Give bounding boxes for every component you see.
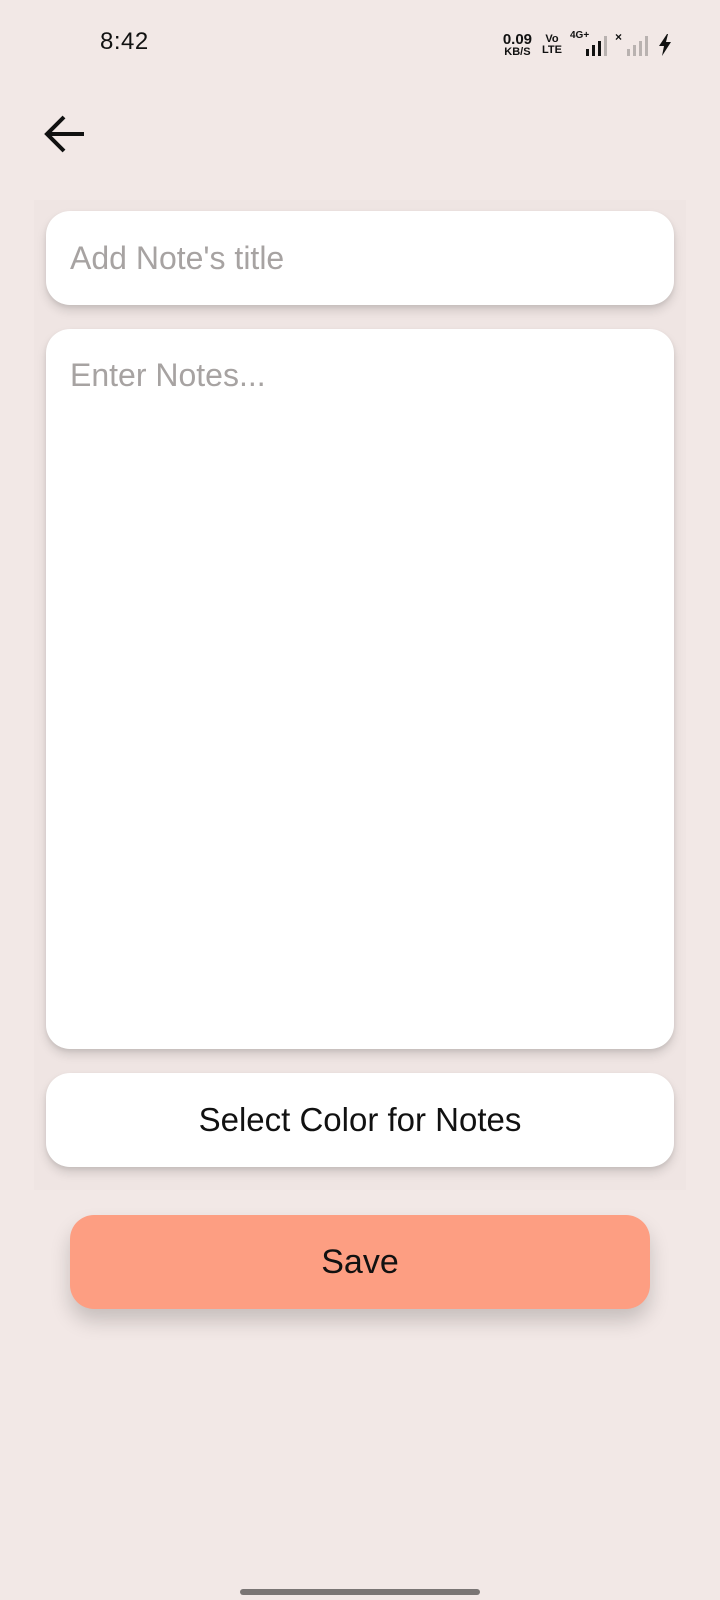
volte-bottom-label: LTE <box>542 44 562 56</box>
save-button[interactable]: Save <box>70 1215 650 1309</box>
network-speed-icon: 0.09 KB/S <box>503 32 532 58</box>
back-button[interactable] <box>38 108 90 160</box>
charging-icon <box>658 34 672 56</box>
network-speed-unit: KB/S <box>504 46 531 58</box>
select-color-label: Select Color for Notes <box>198 1101 522 1138</box>
status-icons: 0.09 KB/S Vo LTE 4G+ × <box>503 30 672 60</box>
status-time: 8:42 <box>100 28 149 55</box>
title-field[interactable] <box>46 211 674 305</box>
signal-4g-icon: 4G+ <box>570 30 607 56</box>
select-color-button[interactable]: Select Color for Notes <box>46 1073 674 1167</box>
notes-field[interactable] <box>46 329 674 1049</box>
volte-icon: Vo LTE <box>542 34 562 56</box>
signal-no-service-icon: × <box>615 30 648 56</box>
home-indicator[interactable] <box>240 1589 480 1595</box>
notes-textarea[interactable] <box>46 329 674 1049</box>
network-speed-value: 0.09 <box>502 31 533 48</box>
arrow-left-icon <box>42 114 86 154</box>
status-bar: 8:42 0.09 KB/S Vo LTE 4G+ × <box>0 0 720 90</box>
network-type-label: 4G+ <box>570 30 590 41</box>
title-input[interactable] <box>46 211 674 305</box>
